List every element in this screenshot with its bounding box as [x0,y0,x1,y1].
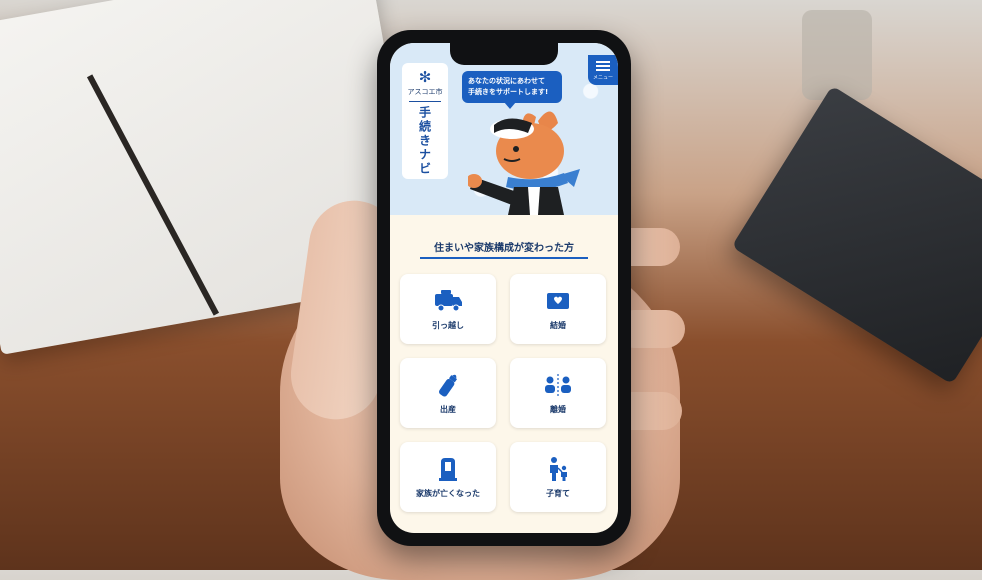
parent-child-icon [550,456,567,481]
tile-label-birth: 出産 [440,404,456,414]
background-mug [802,10,872,100]
hamburger-icon [596,59,610,73]
city-emblem-icon: ✻ [418,68,432,86]
tile-divorce[interactable]: 離婚 [510,358,606,428]
menu-label: メニュー [592,75,613,81]
separated-people-icon [545,373,571,396]
tile-label-marriage: 結婚 [550,320,566,330]
menu-button[interactable]: メニュー [588,55,618,85]
tile-moving[interactable]: 引っ越し [400,274,496,344]
bubble-line-1: あなたの状況にあわせて [468,77,545,85]
city-name: アスコエ市 [407,88,443,96]
baby-bottle-icon [439,374,458,397]
phone-screen: ✻ アスコエ市 手続きナビ あなたの状況にあわせて 手続きをサポートします! メ… [390,43,618,533]
tile-birth[interactable]: 出産 [400,358,496,428]
procedure-grid: 引っ越し 結婚 出産 離婚 家族が亡くなった 子育て [400,274,608,512]
tile-label-bereavement: 家族が亡くなった [416,488,480,498]
tile-label-moving: 引っ越し [432,320,464,330]
hero-banner: ✻ アスコエ市 手続きナビ あなたの状況にあわせて 手続きをサポートします! メ… [390,43,618,215]
memorial-icon [439,457,457,481]
moving-truck-icon [435,289,462,311]
background-laptop [731,85,982,385]
section-title: 住まいや家族構成が変わった方 [434,243,574,254]
app-name: 手続きナビ [417,106,432,176]
envelope-heart-icon [547,292,569,309]
app-logo[interactable]: ✻ アスコエ市 手続きナビ [402,63,448,179]
bubble-line-2: 手続きをサポートします! [468,88,549,96]
logo-divider [409,101,441,102]
tile-label-childcare: 子育て [546,488,570,498]
smartphone: ✻ アスコエ市 手続きナビ あなたの状況にあわせて 手続きをサポートします! メ… [377,30,631,546]
tile-bereavement[interactable]: 家族が亡くなった [400,442,496,512]
speech-bubble: あなたの状況にあわせて 手続きをサポートします! [462,71,562,109]
tile-label-divorce: 離婚 [550,404,566,414]
phone-notch [450,43,558,65]
section-underline [420,257,588,259]
tile-marriage[interactable]: 結婚 [510,274,606,344]
tile-childcare[interactable]: 子育て [510,442,606,512]
mascot-character [468,111,580,215]
